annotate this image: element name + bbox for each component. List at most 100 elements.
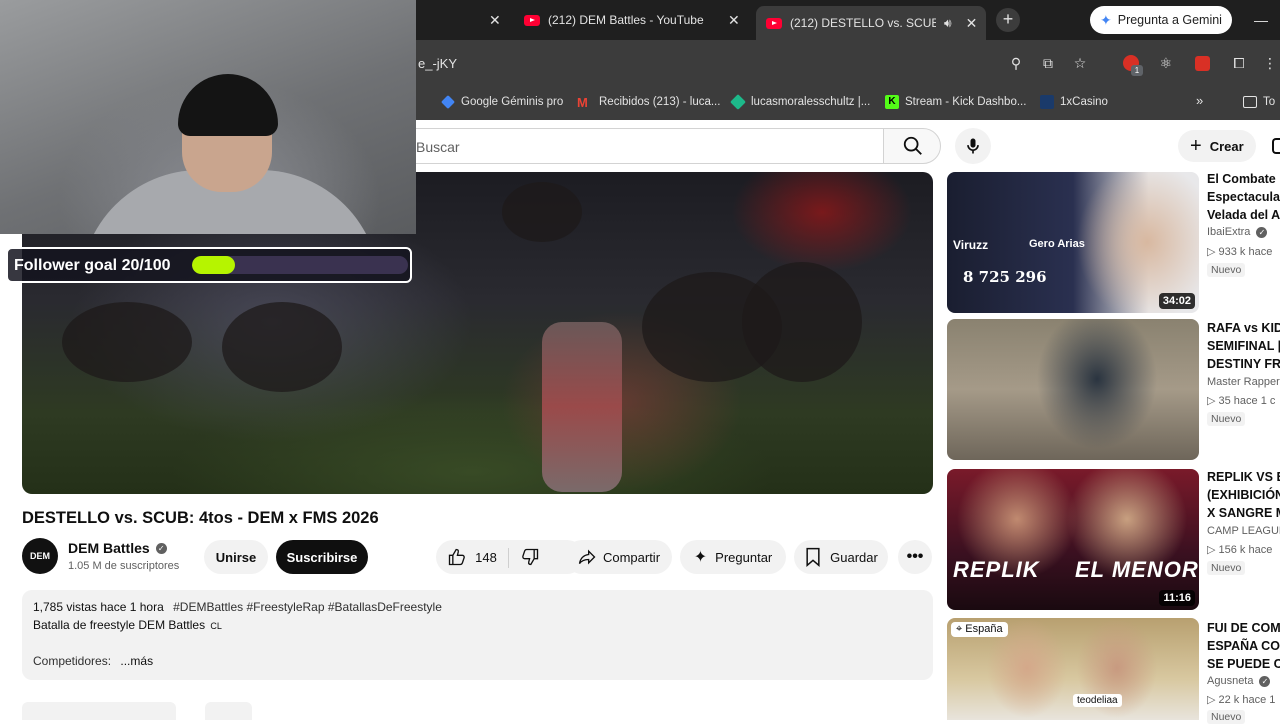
thumbnail-text: Gero Arias (1029, 238, 1085, 250)
recommendation-channel[interactable]: Agusneta ✓ (1207, 675, 1271, 687)
follower-goal-text: Follower goal 20/100 (14, 257, 171, 274)
bookmark-label: To (1263, 96, 1276, 108)
pocket-extension-icon[interactable] (1195, 56, 1210, 71)
browser-tab-dem-battles[interactable]: (212) DEM Battles - YouTube (524, 6, 704, 34)
video-frame-figure (62, 302, 192, 382)
close-tab-icon[interactable]: ✕ (728, 12, 740, 29)
location-pin-icon: ⌖ (956, 623, 963, 635)
like-button[interactable]: 148 (436, 540, 508, 574)
browser-tab-active-video[interactable]: (212) DESTELLO vs. SCUB: 4tos 🔊︎ ✕ (756, 6, 986, 40)
tab-title: (212) DESTELLO vs. SCUB: 4tos (790, 16, 936, 30)
video-frame-figure (222, 302, 342, 392)
zoom-icon[interactable]: ⚲ (1008, 55, 1024, 71)
channel-avatar[interactable]: DEM (22, 538, 58, 574)
new-badge: Nuevo (1207, 561, 1246, 575)
recommendation-stats: ▷ 933 k hace (1207, 246, 1273, 258)
recommendation-stats: ▷ 35 hace 1 c (1207, 395, 1276, 407)
save-button[interactable]: Guardar (794, 540, 888, 574)
recommendation-channel[interactable]: CAMP LEAGUE (1207, 525, 1280, 537)
recommendation-title[interactable]: FUI DE COMP ESPAÑA CON SE PUEDE CO (1207, 619, 1280, 673)
bookmark-folder[interactable]: To (1243, 94, 1275, 110)
location-tag: ⌖ España (951, 622, 1008, 637)
more-actions-button[interactable]: ••• (898, 540, 932, 574)
description-competitors: Competidores: ...más (33, 654, 153, 668)
search-input[interactable] (396, 128, 884, 164)
ask-button[interactable]: ✦ Preguntar (680, 540, 786, 574)
thumbs-down-icon (522, 548, 539, 566)
dislike-button[interactable] (510, 540, 550, 574)
video-title: DESTELLO vs. SCUB: 4tos - DEM x FMS 2026 (22, 509, 379, 527)
video-frame-figure (502, 182, 582, 242)
new-badge: Nuevo (1207, 710, 1246, 724)
like-count: 148 (475, 549, 497, 565)
share-arrow-icon (578, 549, 596, 565)
voice-search-button[interactable] (955, 128, 991, 164)
title-line: FUI DE COMP (1207, 621, 1280, 635)
bookmark-label: Stream - Kick Dashbo... (905, 96, 1027, 108)
follower-goal-progress-fill (192, 256, 236, 274)
recommendation-channel[interactable]: Master Rappers (1207, 376, 1280, 388)
show-more-link[interactable]: ...más (120, 654, 153, 668)
title-line: DESTINY FRE (1207, 357, 1280, 371)
casino-icon (1040, 95, 1054, 109)
create-label: Crear (1209, 138, 1244, 154)
close-tab-icon[interactable]: ✕ (489, 12, 501, 29)
recommendation-channel[interactable]: IbaiExtra ✓ (1207, 226, 1268, 238)
search-placeholder: Buscar (416, 139, 460, 155)
recommendation-title[interactable]: REPLIK VS EL (EXHIBICIÓN X SANGRE M (1207, 468, 1280, 522)
recommendation-thumbnail[interactable]: REPLIK EL MENOR 11:16 (947, 469, 1199, 610)
title-line: SEMIFINAL | (1207, 339, 1280, 353)
like-divider (508, 548, 509, 568)
new-tab-plus-icon[interactable]: + (996, 8, 1020, 32)
webcam-figure (178, 74, 278, 136)
extensions-puzzle-icon[interactable]: ⧠ (1231, 55, 1247, 71)
bookmark-star-icon[interactable]: ☆ (1072, 55, 1088, 71)
search-button[interactable] (883, 128, 941, 164)
notifications-bell-icon[interactable] (1272, 138, 1280, 154)
thumbnail-text: España (965, 623, 1003, 635)
recommendation-title[interactable]: El Combate M Espectacular Velada del Ai (1207, 170, 1280, 224)
video-duration: 11:16 (1159, 590, 1195, 606)
verified-check-icon: ✓ (1256, 226, 1268, 238)
bookmark-kick[interactable]: K Stream - Kick Dashbo... (885, 94, 1026, 110)
more-menu-icon[interactable]: ⋮ (1262, 55, 1278, 71)
close-tab-icon[interactable]: ✕ (966, 15, 978, 32)
video-duration: 34:02 (1158, 293, 1195, 309)
tab-title: (212) DEM Battles - YouTube (548, 13, 704, 27)
extension-badge: 1 (1131, 65, 1143, 76)
video-frame-figure (542, 322, 622, 492)
gemini-button-label: Pregunta a Gemini (1117, 13, 1222, 27)
recommendation-thumbnail[interactable]: ⌖ España teodeliaa (947, 618, 1199, 720)
bookmark-gmail[interactable]: M Recibidos (213) - luca... (577, 94, 720, 110)
channel-name-link[interactable]: DEM Battles ✓ (68, 540, 167, 556)
new-badge: Nuevo (1207, 263, 1246, 277)
recommendation-stats: ▷ 156 k hace (1207, 544, 1273, 556)
title-line: REPLIK VS EL (1207, 470, 1280, 484)
subscribe-button[interactable]: Suscribirse (276, 540, 368, 574)
speaker-icon[interactable]: 🔊︎ (944, 16, 952, 31)
recommendation-thumbnail[interactable]: Viruzz Gero Arias 8 725 296 34:02 (947, 172, 1199, 313)
channel-name: DEM Battles (68, 540, 150, 556)
channel-name: IbaiExtra (1207, 226, 1251, 238)
address-bar[interactable]: e_-jKY (416, 40, 996, 86)
install-app-icon[interactable]: ⧉ (1040, 55, 1056, 71)
thumbnail-text: teodeliaa (1073, 694, 1122, 707)
window-minimize-icon[interactable]: — (1254, 12, 1268, 28)
recommendation-title[interactable]: RAFA vs KID SEMIFINAL | DESTINY FRE (1207, 319, 1280, 373)
bookmarks-overflow-icon[interactable]: » (1196, 93, 1203, 108)
thumbnail-text: 8 725 296 (963, 268, 1047, 286)
bookmark-gemini[interactable]: Google Géminis pro (441, 94, 563, 110)
bookmark-casino[interactable]: 1xCasino (1040, 94, 1108, 110)
join-button[interactable]: Unirse (204, 540, 268, 574)
title-line: ESPAÑA CON (1207, 639, 1280, 653)
react-devtools-icon[interactable]: ⚛ (1158, 55, 1174, 71)
view-count-time: 1,785 vistas hace 1 hora (33, 600, 164, 614)
hashtags[interactable]: #DEMBattles #FreestyleRap #BatallasDeFre… (173, 600, 442, 614)
share-button[interactable]: Compartir (565, 540, 672, 574)
video-frame-figure (742, 262, 862, 382)
bookmark-profile[interactable]: lucasmoralesschultz |... (730, 94, 870, 110)
create-button[interactable]: + Crear (1178, 130, 1256, 162)
ask-gemini-button[interactable]: ✦ Pregunta a Gemini (1090, 6, 1232, 34)
recommendation-thumbnail[interactable] (947, 319, 1199, 460)
verified-check-icon: ✓ (155, 542, 167, 554)
